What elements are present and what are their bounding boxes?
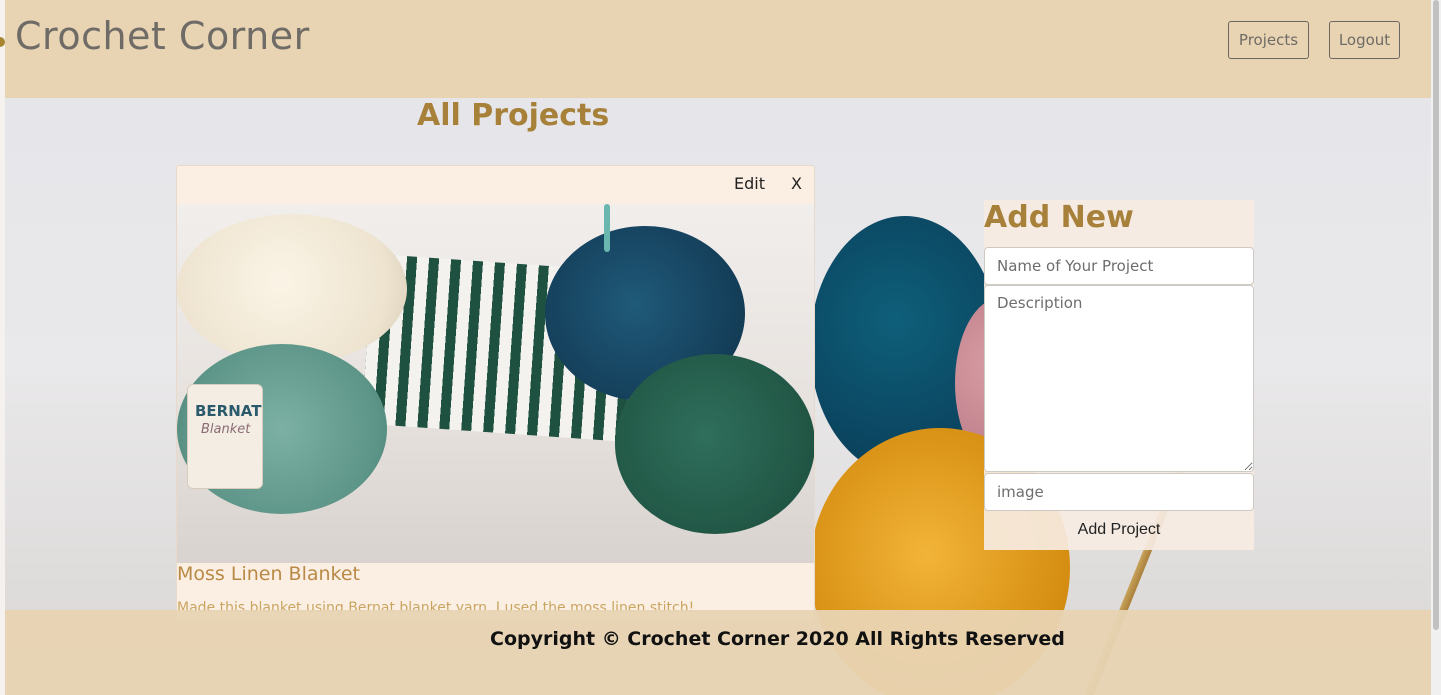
cream-yarn-ball (177, 214, 407, 364)
project-description-input[interactable] (984, 285, 1254, 472)
yarn-label-sub: Blanket (201, 422, 251, 437)
projects-button[interactable]: Projects (1228, 21, 1309, 59)
copyright-text: Copyright © Crochet Corner 2020 All Righ… (490, 628, 1065, 650)
edit-button[interactable]: Edit (734, 174, 765, 193)
site-footer: Copyright © Crochet Corner 2020 All Righ… (5, 610, 1431, 695)
knitting-needle (604, 204, 610, 252)
card-toolbar: Edit X (177, 166, 814, 204)
site-header: Crochet Corner Projects Logout (5, 0, 1431, 98)
project-name-input[interactable] (984, 247, 1254, 285)
yarn-label-brand: BERNAT (195, 402, 262, 420)
add-project-panel: Add New Add Project (984, 200, 1254, 550)
page-scrollbar[interactable] (1431, 0, 1441, 695)
project-card: Edit X BERNAT Blanket Moss Linen Blanket… (176, 165, 815, 622)
page-title: All Projects (417, 98, 610, 133)
project-title: Moss Linen Blanket (177, 563, 360, 585)
site-brand[interactable]: Crochet Corner (15, 14, 310, 58)
project-image-input[interactable] (984, 473, 1254, 511)
green-yarn-ball (615, 354, 814, 534)
logout-button[interactable]: Logout (1329, 21, 1400, 59)
scrollbar-thumb[interactable] (1433, 0, 1439, 630)
project-image: BERNAT Blanket (177, 204, 814, 563)
add-new-title: Add New (984, 200, 1134, 235)
close-button[interactable]: X (791, 174, 802, 193)
add-project-button[interactable]: Add Project (984, 512, 1254, 548)
